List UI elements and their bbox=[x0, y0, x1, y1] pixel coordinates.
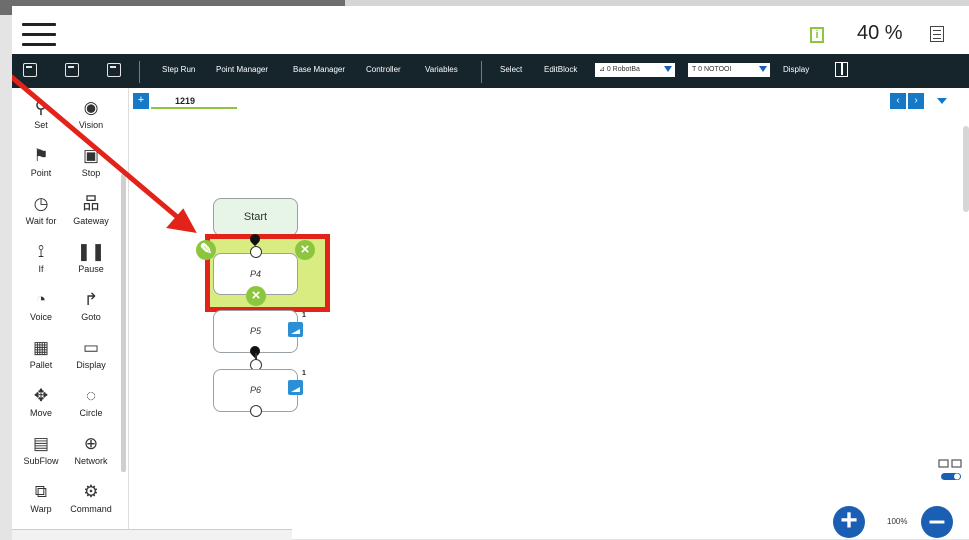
status-bar: i 40 % bbox=[12, 6, 969, 54]
flow-node-start[interactable]: Start bbox=[213, 198, 298, 236]
node-label: P6 bbox=[249, 385, 261, 395]
tab-next-button[interactable]: › bbox=[908, 93, 924, 109]
notes-icon[interactable] bbox=[930, 26, 944, 42]
info-icon[interactable]: i bbox=[810, 27, 824, 43]
palette-item-label: Gateway bbox=[73, 216, 109, 226]
close-block-icon[interactable]: × bbox=[295, 240, 315, 260]
robot-base-icon: ⊿ bbox=[599, 66, 607, 73]
step-run-button[interactable]: Step Run bbox=[162, 65, 195, 74]
point-badge-icon bbox=[288, 322, 303, 337]
chevron-down-icon bbox=[759, 66, 767, 72]
palette-item-pause[interactable]: ❚❚ Pause bbox=[62, 240, 120, 275]
palette-item-label: Vision bbox=[78, 120, 104, 130]
main-toolbar: Step Run Point Manager Base Manager Cont… bbox=[12, 54, 969, 88]
display-button[interactable]: Display bbox=[783, 65, 809, 74]
palette-item-circle[interactable]: ◌ Circle bbox=[62, 384, 120, 419]
new-file-icon[interactable] bbox=[23, 63, 37, 77]
canvas-scrollbar[interactable] bbox=[963, 126, 969, 212]
toolbar-divider bbox=[481, 61, 482, 83]
toolbar-divider bbox=[139, 61, 140, 83]
robot-base-value: 0 RobotBa bbox=[606, 66, 640, 73]
node-label: P5 bbox=[249, 326, 261, 336]
delete-link-icon[interactable]: × bbox=[246, 286, 266, 306]
node-label: P4 bbox=[249, 269, 261, 279]
vision-icon: ◉ bbox=[83, 98, 99, 117]
controller-button[interactable]: Controller bbox=[366, 65, 401, 74]
pause-icon: ❚❚ bbox=[76, 242, 106, 261]
variables-button[interactable]: Variables bbox=[425, 65, 458, 74]
zoom-level: 100% bbox=[887, 517, 908, 526]
stop-icon: ▣ bbox=[82, 146, 100, 165]
zoom-in-button[interactable]: + bbox=[833, 506, 865, 538]
palette-item-label: Pause bbox=[78, 264, 104, 274]
point-badge-icon bbox=[288, 380, 303, 395]
zoom-out-button[interactable]: – bbox=[921, 506, 953, 538]
tool-value: 0 NOTOOI bbox=[698, 66, 732, 73]
palette-item-command[interactable]: ⚙ Command bbox=[62, 480, 120, 515]
palette-item-label: Command bbox=[70, 504, 112, 514]
battery-level: 40 % bbox=[857, 22, 903, 44]
palette-item-vision[interactable]: ◉ Vision bbox=[62, 96, 120, 131]
point-manager-button[interactable]: Point Manager bbox=[216, 65, 268, 74]
palette-item-gateway[interactable]: 品 Gateway bbox=[62, 192, 120, 227]
palette-item-network[interactable]: ⊕ Network bbox=[62, 432, 120, 467]
circle-icon: ◌ bbox=[85, 386, 97, 405]
save-file-icon[interactable] bbox=[107, 63, 121, 77]
palette-item-label: Circle bbox=[79, 408, 103, 418]
point-badge-count: 1 bbox=[302, 370, 306, 377]
tab-prev-button[interactable]: ‹ bbox=[890, 93, 906, 109]
palette-scrollbar[interactable] bbox=[121, 174, 126, 472]
project-tab-bar: + 1219 ‹ › bbox=[129, 88, 969, 109]
connector-out[interactable] bbox=[250, 405, 262, 417]
menu-hamburger-icon[interactable] bbox=[22, 23, 56, 47]
base-manager-button[interactable]: Base Manager bbox=[293, 65, 345, 74]
tool-icon: T bbox=[692, 66, 697, 73]
flow-canvas[interactable]: + 1219 ‹ › Start P4 ✎ × × P5 1 P6 1 + 10… bbox=[128, 88, 969, 539]
app-window: i 40 % Step Run Point Manager Base Manag… bbox=[12, 6, 969, 539]
minimap-toggle-icon[interactable] bbox=[937, 458, 965, 484]
connector-in[interactable] bbox=[250, 246, 262, 258]
display-panel-icon[interactable] bbox=[835, 62, 848, 77]
add-tab-button[interactable]: + bbox=[133, 93, 149, 109]
open-file-icon[interactable] bbox=[65, 63, 79, 77]
palette-item-goto[interactable]: ↱ Goto bbox=[62, 288, 120, 323]
network-icon: ⊕ bbox=[83, 434, 99, 453]
bottom-panel-edge bbox=[12, 529, 292, 540]
start-node-label: Start bbox=[243, 211, 268, 223]
gateway-icon: 品 bbox=[82, 194, 100, 213]
edit-block-icon[interactable]: ✎ bbox=[196, 240, 216, 260]
palette-item-label: Stop bbox=[81, 168, 101, 178]
tool-select[interactable]: T 0 NOTOOI bbox=[688, 63, 770, 77]
tab-list-dropdown-icon[interactable] bbox=[937, 98, 947, 104]
display-block-icon: ▭ bbox=[82, 338, 100, 357]
command-icon: ⚙ bbox=[83, 482, 99, 501]
palette-item-display[interactable]: ▭ Display bbox=[62, 336, 120, 371]
point-badge-count: 1 bbox=[302, 312, 306, 319]
palette-item-label: Goto bbox=[81, 312, 101, 322]
palette-item-stop[interactable]: ▣ Stop bbox=[62, 144, 120, 179]
block-palette: ⚲ Set ◉ Vision ⚑ Point ▣ Stop ◷ Wait for 品 Gateway ⟟… bbox=[12, 88, 128, 539]
select-button[interactable]: Select bbox=[500, 65, 522, 74]
editblock-button[interactable]: EditBlock bbox=[544, 65, 577, 74]
chevron-down-icon bbox=[664, 66, 672, 72]
robot-base-select[interactable]: ⊿ 0 RobotBa bbox=[595, 63, 675, 77]
goto-icon: ↱ bbox=[83, 290, 99, 309]
tab-project[interactable]: 1219 bbox=[151, 93, 237, 109]
palette-item-label: Display bbox=[76, 360, 106, 370]
palette-item-label: Network bbox=[74, 456, 108, 466]
